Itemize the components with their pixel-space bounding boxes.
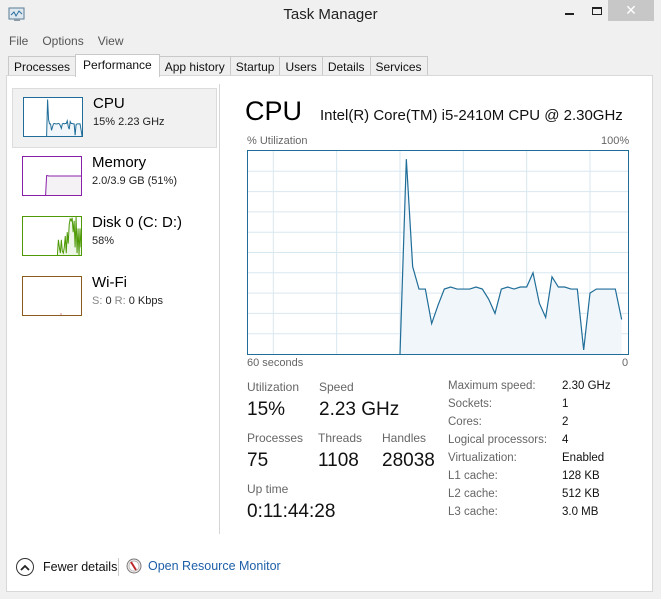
- cpu-graph-svg: [248, 151, 628, 355]
- detail-key: L2 cache:: [448, 488, 498, 500]
- open-resource-monitor-link[interactable]: Open Resource Monitor: [126, 558, 281, 574]
- fewer-details-label: Fewer details: [43, 560, 118, 574]
- uptime-value: 0:11:44:28: [247, 501, 336, 522]
- disk-thumbnail-graph: [22, 216, 82, 256]
- sidebar-memory-name: Memory: [92, 154, 147, 171]
- detail-key: L1 cache:: [448, 470, 498, 482]
- tab-services[interactable]: Services: [369, 56, 428, 76]
- handles-value: 28038: [382, 450, 435, 471]
- graph-x-label: 60 seconds: [247, 357, 304, 369]
- processes-label: Processes: [247, 431, 304, 445]
- detail-key: Maximum speed:: [448, 380, 536, 392]
- sidebar-item-cpu[interactable]: CPU 15% 2.23 GHz: [12, 88, 217, 148]
- sidebar-item-memory[interactable]: Memory 2.0/3.9 GB (51%): [12, 148, 217, 208]
- tab-app-history[interactable]: App history: [158, 56, 231, 76]
- wifi-receive-label: R:: [114, 295, 126, 307]
- wifi-send-value: 0: [105, 295, 112, 307]
- tab-performance[interactable]: Performance: [75, 54, 160, 77]
- detail-value: Enabled: [562, 452, 605, 464]
- open-resource-monitor-label: Open Resource Monitor: [148, 559, 281, 573]
- utilization-label: Utilization: [247, 380, 300, 394]
- sidebar-disk-sub: 58%: [92, 235, 115, 247]
- handles-label: Handles: [382, 431, 427, 445]
- tab-processes[interactable]: Processes: [8, 56, 77, 76]
- sidebar-divider[interactable]: [219, 84, 220, 534]
- wifi-receive-value: 0 Kbps: [128, 295, 163, 307]
- tab-details[interactable]: Details: [321, 56, 371, 76]
- detail-value: 1: [562, 398, 569, 410]
- cpu-utilization-graph: [247, 150, 629, 355]
- sidebar-disk-name: Disk 0 (C: D:): [92, 214, 182, 231]
- close-button[interactable]: ✕: [608, 0, 654, 21]
- wifi-thumbnail-svg: [60, 313, 62, 315]
- detail-value: 512 KB: [562, 488, 600, 500]
- detail-key: Sockets:: [448, 398, 493, 410]
- processes-value: 75: [247, 450, 269, 471]
- fewer-details-button[interactable]: Fewer details: [16, 558, 117, 576]
- close-icon: ✕: [625, 2, 637, 18]
- minimize-button[interactable]: [556, 0, 582, 21]
- menu-bar: File Options View: [0, 31, 661, 51]
- speed-label: Speed: [319, 380, 354, 394]
- minimize-icon: [564, 12, 574, 15]
- detail-key: Virtualization:: [448, 452, 517, 464]
- sidebar-wifi-sub: S: 0 R: 0 Kbps: [92, 295, 163, 307]
- title-bar: Task Manager ✕: [0, 0, 661, 30]
- maximize-icon: [592, 6, 602, 15]
- graph-x-end-label: 0: [622, 357, 629, 369]
- detail-value: 2: [562, 416, 569, 428]
- detail-value: 128 KB: [562, 470, 600, 482]
- disk-thumbnail-svg: [56, 217, 81, 255]
- graph-y-max-label: 100%: [601, 135, 630, 147]
- cpu-thumbnail-svg: [46, 99, 82, 136]
- detail-key: Cores:: [448, 416, 482, 428]
- tab-users[interactable]: Users: [279, 56, 323, 76]
- sidebar-cpu-name: CPU: [93, 95, 125, 112]
- utilization-value: 15%: [247, 399, 286, 420]
- cpu-model-name: Intel(R) Core(TM) i5-2410M CPU @ 2.30GHz: [320, 107, 623, 124]
- detail-key: Logical processors:: [448, 434, 548, 446]
- maximize-button[interactable]: [584, 0, 610, 21]
- resource-monitor-icon: [126, 558, 142, 574]
- detail-value: 4: [562, 434, 569, 446]
- tab-startup[interactable]: Startup: [229, 56, 281, 76]
- wifi-send-label: S:: [92, 295, 103, 307]
- wifi-thumbnail-graph: [22, 276, 82, 316]
- speed-value: 2.23 GHz: [319, 399, 400, 420]
- cpu-thumbnail-graph: [23, 97, 83, 137]
- menu-options[interactable]: Options: [42, 31, 83, 51]
- detail-value: 2.30 GHz: [562, 380, 611, 392]
- chevron-up-icon: [16, 558, 34, 576]
- memory-thumbnail-graph: [22, 156, 82, 196]
- sidebar-item-disk[interactable]: Disk 0 (C: D:) 58%: [12, 208, 217, 268]
- sidebar-cpu-sub: 15% 2.23 GHz: [93, 116, 165, 128]
- menu-file[interactable]: File: [9, 31, 28, 51]
- graph-y-label: % Utilization: [247, 135, 308, 147]
- performance-panel: CPU 15% 2.23 GHz Memory 2.0/3.9 GB (51%)…: [6, 75, 653, 592]
- tab-strip: Processes Performance App history Startu…: [8, 54, 428, 77]
- threads-value: 1108: [318, 450, 359, 471]
- menu-view[interactable]: View: [98, 31, 124, 51]
- memory-thumbnail-svg: [45, 175, 81, 195]
- detail-key: L3 cache:: [448, 506, 498, 518]
- thumbnail-area: [46, 99, 82, 136]
- sidebar-wifi-name: Wi-Fi: [92, 274, 127, 291]
- threads-label: Threads: [318, 431, 363, 445]
- page-title: CPU: [245, 96, 303, 126]
- thumbnail-area: [45, 175, 81, 195]
- uptime-label: Up time: [247, 482, 289, 496]
- detail-value: 3.0 MB: [562, 506, 599, 518]
- sidebar-memory-sub: 2.0/3.9 GB (51%): [92, 175, 177, 187]
- cpu-area-fill: [400, 159, 622, 354]
- sidebar-item-wifi[interactable]: Wi-Fi S: 0 R: 0 Kbps: [12, 268, 217, 328]
- footer-separator: [118, 558, 119, 576]
